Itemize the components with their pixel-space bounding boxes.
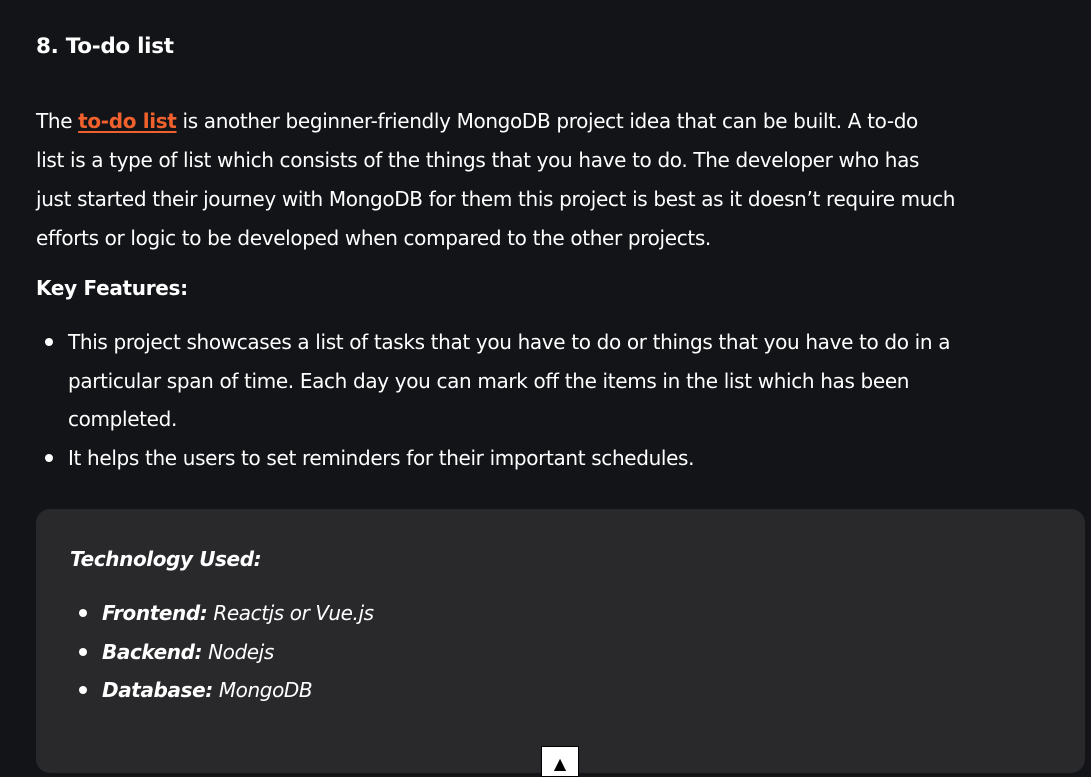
intro-paragraph: The to-do list is another beginner-frien… <box>36 102 1091 258</box>
intro-line-2: list is a type of list which consists of… <box>36 148 920 172</box>
feature-2-line-1: It helps the users to set reminders for … <box>68 445 695 470</box>
technology-key: Database: <box>102 678 213 702</box>
bullet-icon <box>79 647 87 656</box>
feature-1-line-2: particular span of time. Each day you ca… <box>68 368 910 393</box>
technology-item-database: Database: MongoDB <box>70 671 374 710</box>
intro-prefix: The <box>36 109 73 133</box>
bullet-icon <box>79 686 87 694</box>
intro-line-3: just started their journey with MongoDB … <box>36 187 956 211</box>
bullet-icon <box>79 609 87 617</box>
scroll-to-top-button[interactable]: ▲ <box>541 746 579 777</box>
intro-line-4: efforts or logic to be developed when co… <box>36 226 711 250</box>
feature-item: This project showcases a list of tasks t… <box>36 323 1091 439</box>
intro-line-1: The to-do list is another beginner-frien… <box>36 102 1091 141</box>
technology-value: Reactjs or Vue.js <box>213 601 374 625</box>
technology-item-backend: Backend: Nodejs <box>70 633 374 672</box>
technology-used-panel: Technology Used: Frontend: Reactjs or Vu… <box>36 509 1085 773</box>
technology-used-title: Technology Used: <box>70 547 262 571</box>
feature-1-line-3: completed. <box>68 407 177 431</box>
key-features-label: Key Features: <box>36 276 188 300</box>
feature-item: It helps the users to set reminders for … <box>36 439 1091 478</box>
technology-value: MongoDB <box>218 678 313 702</box>
technology-value: Nodejs <box>208 639 274 664</box>
technology-item-frontend: Frontend: Reactjs or Vue.js <box>70 594 374 633</box>
todo-list-link[interactable]: to-do list <box>78 109 177 133</box>
feature-1-line-1: This project showcases a list of tasks t… <box>68 330 951 354</box>
bullet-icon <box>45 338 53 346</box>
technology-list: Frontend: Reactjs or Vue.js Backend: Nod… <box>70 594 374 710</box>
arrow-up-icon: ▲ <box>553 754 567 773</box>
technology-key: Frontend: <box>102 601 208 625</box>
bullet-icon <box>45 453 53 462</box>
key-features-list: This project showcases a list of tasks t… <box>36 323 1091 477</box>
section-heading: 8. To-do list <box>36 34 174 59</box>
technology-key: Backend: <box>102 639 203 664</box>
intro-line-1-text: is another beginner-friendly MongoDB pro… <box>182 109 919 133</box>
